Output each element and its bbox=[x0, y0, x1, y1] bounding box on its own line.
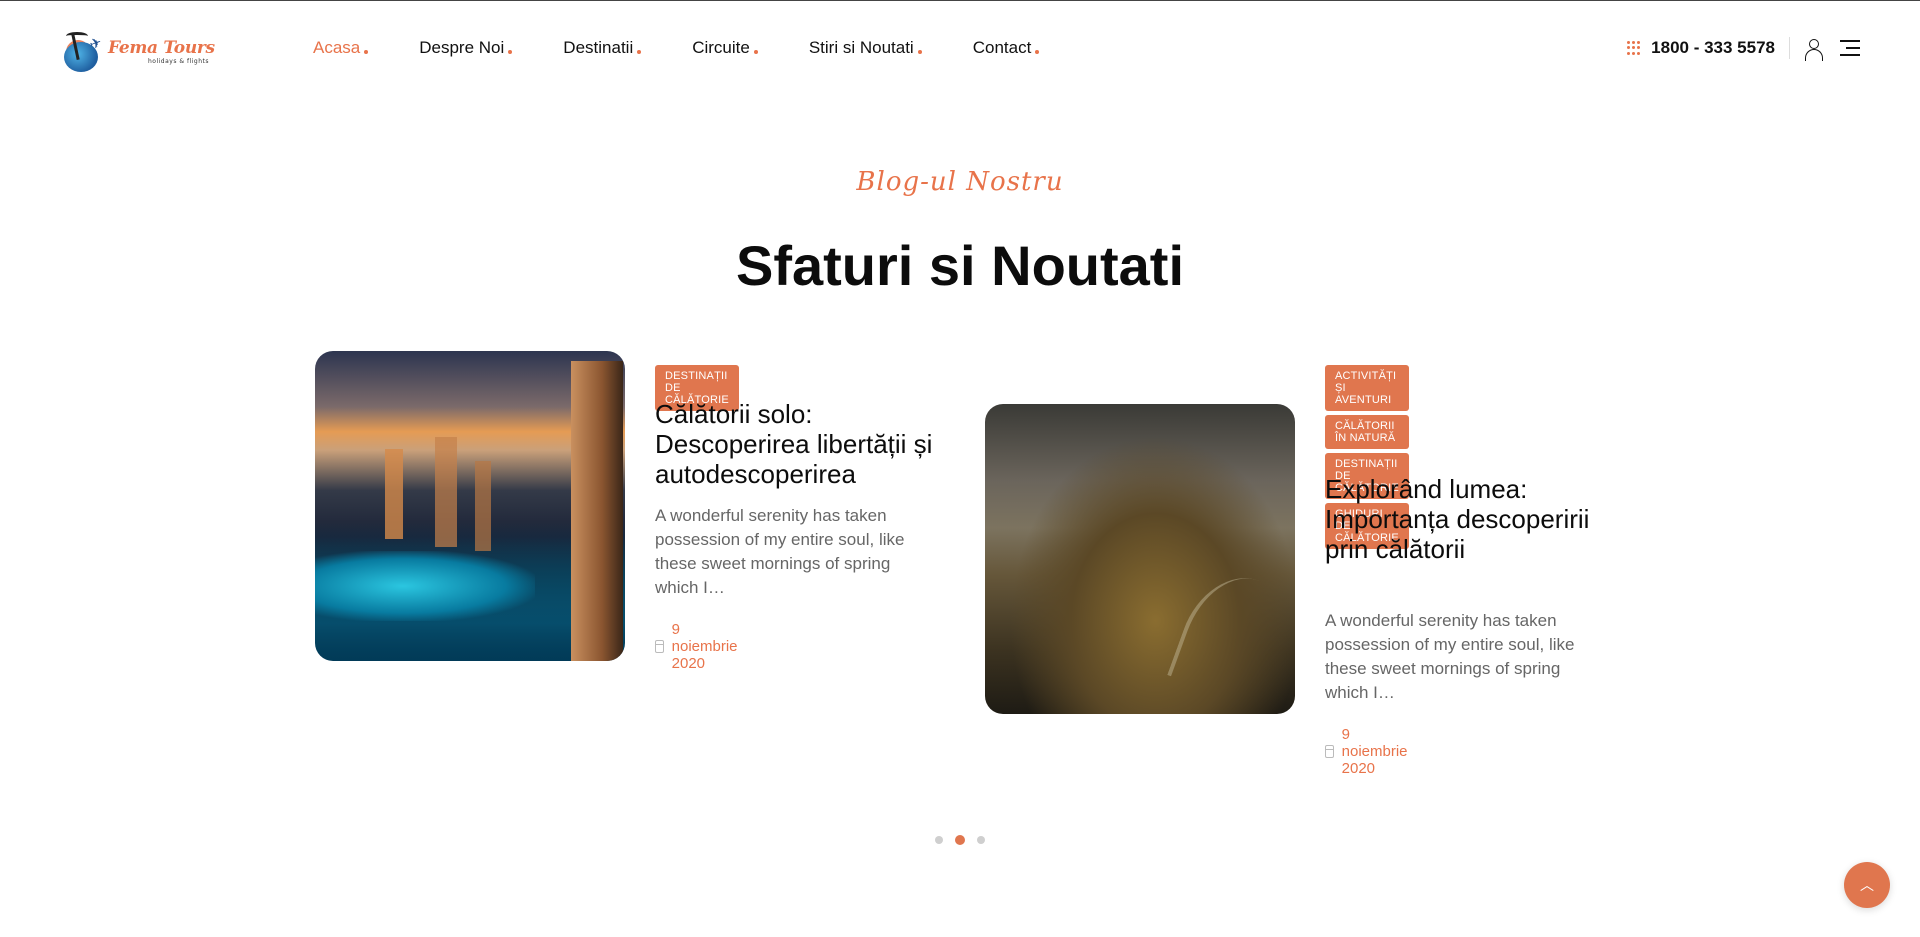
post-date: 9 noiembrie 2020 bbox=[655, 621, 742, 672]
nav-label: Circuite bbox=[692, 38, 750, 57]
post-title[interactable]: Călătorii solo: Descoperirea libertății … bbox=[655, 399, 945, 489]
divider bbox=[1789, 37, 1790, 59]
calendar-icon bbox=[1325, 745, 1334, 758]
nav-item-despre-noi[interactable]: Despre Noi bbox=[419, 38, 513, 58]
nav-dot bbox=[753, 50, 758, 54]
nav-dot bbox=[364, 50, 369, 54]
site-header: ✈ Fema Tours holidays & flights Acasa De… bbox=[0, 1, 1920, 101]
section-subtitle: Blog-ul Nostru bbox=[856, 167, 1064, 197]
post-excerpt: A wonderful serenity has taken possessio… bbox=[655, 506, 905, 597]
user-icon[interactable] bbox=[1804, 38, 1824, 61]
nav-dot bbox=[917, 50, 922, 54]
header-actions: 1800 - 333 5578 bbox=[1627, 37, 1860, 61]
calendar-icon bbox=[655, 640, 664, 653]
post-date-text: 9 noiembrie 2020 bbox=[671, 621, 738, 672]
post-excerpt: A wonderful serenity has taken possessio… bbox=[1325, 611, 1575, 702]
dial-grid-icon bbox=[1627, 41, 1641, 55]
brand-tagline: holidays & flights bbox=[148, 57, 209, 65]
pager-dot-3[interactable] bbox=[977, 836, 985, 844]
phone-link[interactable]: 1800 - 333 5578 bbox=[1651, 38, 1775, 58]
chevron-up-icon: ︿ bbox=[1860, 878, 1874, 894]
brand-name: Fema Tours bbox=[108, 37, 215, 58]
nav-label: Stiri si Noutati bbox=[808, 38, 914, 57]
post-tag[interactable]: CĂLĂTORII ÎN NATURĂ bbox=[1325, 415, 1409, 449]
post-image[interactable] bbox=[985, 404, 1295, 714]
post-tag[interactable]: ACTIVITĂȚI ȘI AVENTURI bbox=[1325, 365, 1409, 411]
logo[interactable]: ✈ Fema Tours holidays & flights bbox=[60, 29, 220, 75]
pager-dot-1[interactable] bbox=[935, 836, 943, 844]
post-date-text: 9 noiembrie 2020 bbox=[1341, 726, 1408, 777]
pager-dot-2[interactable] bbox=[955, 835, 965, 845]
post-date: 9 noiembrie 2020 bbox=[1325, 726, 1412, 777]
section-title: Sfaturi si Noutati bbox=[735, 234, 1185, 297]
nav-item-stiri[interactable]: Stiri si Noutati bbox=[809, 38, 922, 58]
scroll-to-top-button[interactable]: ︿ bbox=[1844, 862, 1890, 908]
carousel-pager bbox=[0, 835, 1920, 845]
nav-item-destinatii[interactable]: Destinatii bbox=[563, 38, 642, 58]
main-nav: Acasa Despre Noi Destinatii Circuite Sti… bbox=[313, 38, 1090, 58]
nav-item-acasa[interactable]: Acasa bbox=[313, 38, 369, 58]
nav-dot bbox=[508, 50, 513, 54]
nav-item-circuite[interactable]: Circuite bbox=[692, 38, 758, 58]
post-title[interactable]: Explorând lumea: Importanța descoperirii… bbox=[1325, 474, 1595, 564]
post-image[interactable] bbox=[315, 351, 625, 661]
nav-dot bbox=[637, 50, 642, 54]
nav-item-contact[interactable]: Contact bbox=[973, 38, 1040, 58]
nav-label: Acasa bbox=[313, 38, 361, 57]
nav-dot bbox=[1035, 50, 1040, 54]
nav-label: Contact bbox=[972, 38, 1032, 57]
nav-label: Destinatii bbox=[563, 38, 634, 57]
menu-icon[interactable] bbox=[1840, 40, 1860, 56]
nav-label: Despre Noi bbox=[419, 38, 505, 57]
logo-mark: ✈ bbox=[60, 30, 104, 74]
